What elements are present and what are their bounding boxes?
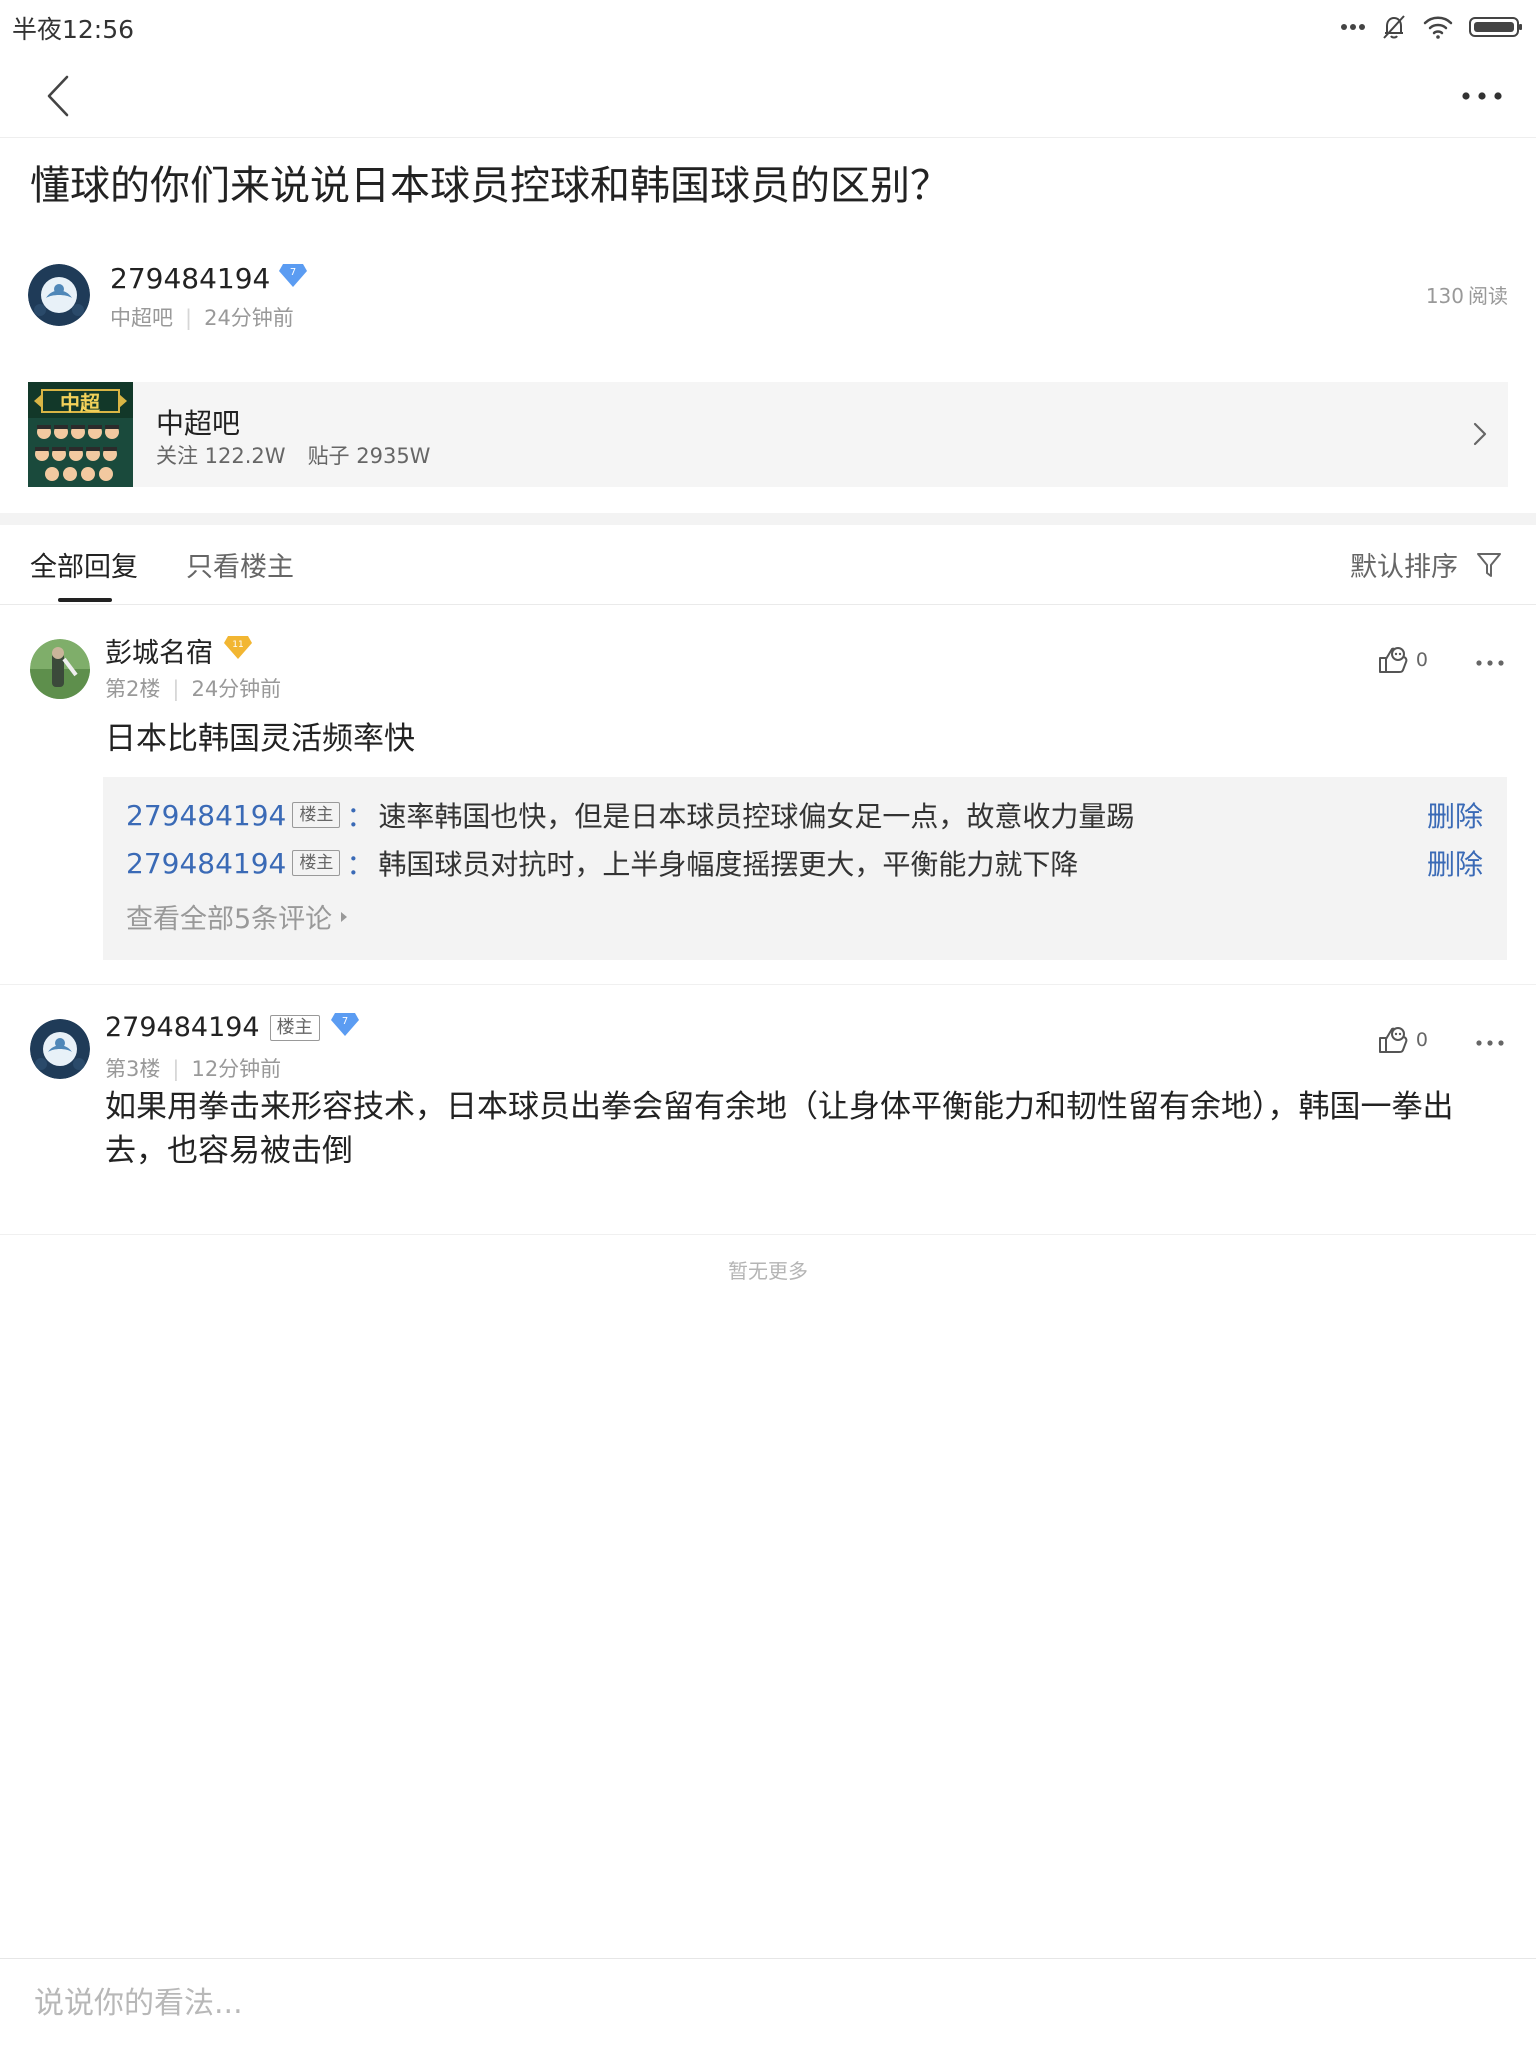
comment-input[interactable] [34,1977,1494,2029]
chevron-right-icon [1472,420,1488,452]
status-time: 半夜12:56 [12,15,135,44]
author-forum: 中超吧 [110,306,173,330]
more-dots-icon [1462,92,1502,100]
caret-right-icon [341,911,348,922]
reply-more-button[interactable] [1466,645,1514,681]
sort-button[interactable]: 默认排序 [1350,545,1502,584]
more-dots-icon [1476,1040,1504,1046]
like-count: 0 [1415,649,1428,671]
reply-item: 彭城名宿 11 第2楼 | 24分钟前 0 日本比韩国灵活频率快 279484194… [0,605,1536,985]
forum-followers: 关注 122.2W [156,444,286,468]
reply-author-name[interactable]: 彭城名宿 [105,631,213,670]
forum-card[interactable]: 中超 中超吧 关注 122.2W 贴子 2935W [28,382,1508,487]
reply-tabs: 全部回复 只看楼主 默认排序 [0,525,1536,605]
sub-comment-text: 韩国球员对抗时，上半身幅度摇摆更大，平衡能力就下降 [378,848,1079,881]
post-author: 279484194 7 中超吧 | 24分钟前 130 阅读 [28,262,1508,332]
level-badge-icon: 7 [330,1011,360,1044]
tab-op-only[interactable]: 只看楼主 [186,545,294,584]
status-bar: 半夜12:56 [0,0,1536,52]
read-count: 130 阅读 [1426,280,1508,309]
tab-all-replies[interactable]: 全部回复 [30,545,138,584]
forum-posts: 贴子 2935W [307,444,431,468]
read-count-label: 阅读 [1468,284,1508,308]
reply-avatar[interactable] [30,1019,90,1079]
level-badge-number: 7 [341,1016,347,1027]
sub-comment: 279484194 楼主 ： 韩国球员对抗时，上半身幅度摇摆更大，平衡能力就下降 [126,843,1078,883]
post-title: 懂球的你们来说说日本球员控球和韩国球员的区别？ [30,163,950,209]
like-count: 0 [1415,1029,1428,1051]
sub-comment-text: 速率韩国也快，但是日本球员控球偏女足一点，故意收力量踢 [378,800,1135,833]
sub-comment-user[interactable]: 279484194 [126,847,286,880]
battery-icon [1468,15,1524,39]
more-notifications-icon [1340,22,1366,32]
op-tag: 楼主 [269,1014,320,1041]
chevron-left-icon [47,75,69,117]
read-count-value: 130 [1425,284,1464,308]
delete-comment-button[interactable]: 删除 [1427,795,1483,835]
reply-content: 日本比韩国灵活频率快 [105,721,415,757]
thumb-up-icon [1378,1027,1408,1053]
reply-author-row: 彭城名宿 11 [105,631,253,670]
sub-comment-user[interactable]: 279484194 [126,799,286,832]
forum-logo: 中超 [28,382,133,487]
no-more-text: 暂无更多 [728,1259,808,1283]
active-tab-indicator [58,598,112,602]
sort-label: 默认排序 [1350,552,1458,583]
forum-name: 中超吧 [156,407,241,440]
meta-separator: | [172,1057,180,1081]
delete-comment-button[interactable]: 删除 [1427,843,1483,883]
reply-author-row: 279484194 楼主 7 [105,1011,360,1044]
reply-avatar[interactable] [30,639,90,699]
meta-separator: | [185,306,193,330]
post-time: 24分钟前 [204,306,294,330]
thumb-up-icon [1378,647,1408,673]
more-dots-icon [1476,660,1504,666]
reply-floor: 第2楼 [105,677,161,701]
level-badge-number: 7 [290,267,296,278]
sub-comment-colon: ： [346,800,375,833]
like-button[interactable]: 0 [1376,1025,1428,1055]
view-all-comments-label: 查看全部5条评论 [126,904,333,935]
view-all-comments-link[interactable]: 查看全部5条评论 [126,897,348,936]
comment-bar [0,1958,1536,2048]
mute-bell-icon [1380,13,1408,41]
forum-stats: 关注 122.2W 贴子 2935W [156,440,430,470]
meta-separator: | [172,677,180,701]
author-name-row: 279484194 7 [110,262,308,295]
forum-logo-text: 中超 [60,391,101,415]
author-avatar[interactable] [28,264,90,326]
reply-item: 279484194 楼主 7 第3楼 | 12分钟前 0 如果用拳击来形容技术，日本… [0,985,1536,1235]
op-tag: 楼主 [292,850,341,876]
author-meta: 中超吧 | 24分钟前 [110,302,294,332]
reply-time: 24分钟前 [191,677,282,701]
level-badge-icon: 11 [223,634,253,667]
sub-comments: 279484194 楼主 ： 速率韩国也快，但是日本球员控球偏女足一点，故意收力… [103,777,1507,960]
sub-comment-colon: ： [346,848,375,881]
back-button[interactable] [30,64,86,128]
sub-comment: 279484194 楼主 ： 速率韩国也快，但是日本球员控球偏女足一点，故意收力… [126,795,1134,835]
reply-content: 如果用拳击来形容技术，日本球员出拳会留有余地（让身体平衡能力和韧性留有余地），韩… [105,1089,1454,1169]
nav-bar [0,52,1536,138]
reply-meta: 第2楼 | 24分钟前 [105,673,281,703]
status-icons [1340,12,1524,42]
section-divider [0,513,1536,525]
wifi-icon [1422,14,1454,40]
author-name[interactable]: 279484194 [110,262,270,295]
reply-time: 12分钟前 [191,1057,282,1081]
reply-author-name[interactable]: 279484194 [105,1012,260,1043]
level-badge-icon: 7 [278,262,308,295]
like-button[interactable]: 0 [1376,645,1428,675]
reply-meta: 第3楼 | 12分钟前 [105,1053,281,1083]
reply-floor: 第3楼 [105,1057,161,1081]
reply-more-button[interactable] [1466,1025,1514,1061]
more-options-button[interactable] [1450,68,1514,124]
level-badge-number: 11 [232,640,243,650]
filter-icon [1477,552,1501,577]
op-tag: 楼主 [292,802,341,828]
